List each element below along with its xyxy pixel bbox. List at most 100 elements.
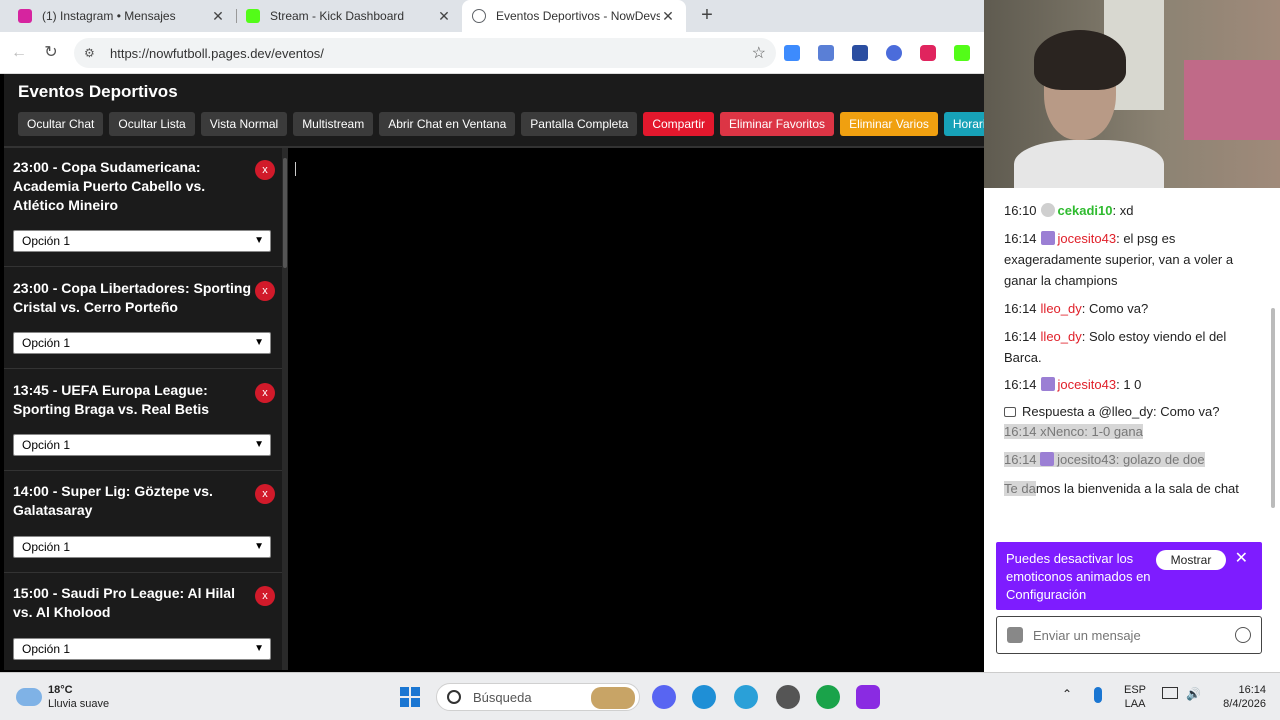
emoji-icon[interactable] xyxy=(1235,627,1251,643)
kick-extension-icon[interactable] xyxy=(954,45,970,61)
chrome-icon[interactable] xyxy=(816,685,840,709)
language-variant: LAA xyxy=(1124,698,1146,710)
close-icon[interactable]: ✕ xyxy=(1235,550,1248,568)
ublock-icon[interactable] xyxy=(920,45,936,61)
message-text: : 1-0 gana xyxy=(1084,424,1143,439)
message-text: : Solo estoy viendo el del Barca. xyxy=(1004,329,1227,365)
extension-icon[interactable] xyxy=(784,45,800,61)
message-time: 16:10 xyxy=(1004,203,1037,218)
back-icon[interactable]: ← xyxy=(8,42,30,64)
welcome-text: mos la bienvenida a la sala de chat xyxy=(1035,481,1239,496)
chat-message: 16:14 lleo_dy: Solo estoy viendo el del B… xyxy=(1004,326,1244,368)
webcam-person-body xyxy=(1014,140,1164,188)
search-highlight-image xyxy=(591,687,635,709)
stream-option-select[interactable]: Opción 1 ▼ xyxy=(13,230,271,252)
chat-message-input[interactable] xyxy=(1033,626,1223,644)
show-button[interactable]: Mostrar xyxy=(1156,550,1226,570)
tab-kick[interactable]: Stream - Kick Dashboard ✕ xyxy=(236,0,462,32)
stream-option-select[interactable]: Opción 1 ▼ xyxy=(13,536,271,558)
chevron-up-icon[interactable]: ⌃ xyxy=(1062,687,1072,701)
taskbar-search[interactable]: Búsqueda xyxy=(436,683,640,711)
edge-icon[interactable] xyxy=(692,685,716,709)
message-user: xNenco xyxy=(1040,424,1085,439)
select-value: Opción 1 xyxy=(22,336,71,350)
chevron-down-icon: ▼ xyxy=(254,439,264,450)
tab-title: (1) Instagram • Mensajes xyxy=(42,9,176,23)
delete-event-button[interactable]: x xyxy=(255,281,275,301)
scrollbar-thumb[interactable] xyxy=(283,158,287,268)
multistream-button[interactable]: Multistream xyxy=(293,112,374,136)
chat-input-box[interactable] xyxy=(996,616,1262,654)
message-user[interactable]: lleo_dy xyxy=(1041,329,1082,344)
delete-multiple-button[interactable]: Eliminar Varios xyxy=(840,112,938,136)
app-icon[interactable] xyxy=(776,685,800,709)
browser-tab-bar: (1) Instagram • Mensajes ✕ Stream - Kick… xyxy=(0,0,984,32)
normal-view-button[interactable]: Vista Normal xyxy=(200,112,288,136)
obs-icon[interactable] xyxy=(856,685,880,709)
events-list: 23:00 - Copa Sudamericana: Academia Puer… xyxy=(4,148,282,670)
stream-option-select[interactable]: Opción 1 ▼ xyxy=(13,434,271,456)
extension-icon[interactable] xyxy=(852,45,868,61)
fullscreen-button[interactable]: Pantalla Completa xyxy=(521,112,638,136)
language-indicator[interactable]: ESP LAA xyxy=(1124,683,1146,711)
event-item: 23:00 - Copa Sudamericana: Academia Puer… xyxy=(13,158,275,252)
event-title: 23:00 - Copa Libertadores: Sporting Cris… xyxy=(13,280,252,315)
message-user[interactable]: lleo_dy xyxy=(1041,301,1082,316)
open-chat-window-button[interactable]: Abrir Chat en Ventana xyxy=(379,112,516,136)
system-clock[interactable]: 16:14 8/4/2026 xyxy=(1196,683,1266,711)
chevron-down-icon: ▼ xyxy=(254,643,264,654)
hide-chat-button[interactable]: Ocultar Chat xyxy=(18,112,104,136)
tab-instagram[interactable]: (1) Instagram • Mensajes ✕ xyxy=(8,0,236,32)
share-button[interactable]: Compartir xyxy=(643,112,715,136)
event-title: 15:00 - Saudi Pro League: Al Hilal vs. A… xyxy=(13,585,235,620)
weather-widget[interactable]: 18°C Lluvia suave xyxy=(16,683,109,711)
event-title: 13:45 - UEFA Europa League: Sporting Bra… xyxy=(13,382,210,417)
event-separator xyxy=(4,266,282,267)
delete-event-button[interactable]: x xyxy=(255,484,275,504)
message-time: 16:14 xyxy=(1004,424,1037,439)
chat-message-faded: 16:14 jocesito43: golazo de doe xyxy=(1004,449,1244,470)
address-bar-row: ← ↻ ⚙ https://nowfutboll.pages.dev/event… xyxy=(0,32,984,74)
event-item: 15:00 - Saudi Pro League: Al Hilal vs. A… xyxy=(13,584,275,660)
telegram-icon[interactable] xyxy=(734,685,758,709)
close-tab-icon[interactable]: ✕ xyxy=(436,8,452,25)
scrollbar-thumb[interactable] xyxy=(1271,308,1275,508)
windows-start-icon[interactable] xyxy=(400,687,420,707)
message-text: : Como va? xyxy=(1081,301,1149,316)
message-user[interactable]: cekadi10 xyxy=(1058,203,1113,218)
embedded-chat-area[interactable] xyxy=(288,148,984,670)
event-separator xyxy=(4,470,282,471)
close-tab-icon[interactable]: ✕ xyxy=(210,8,226,25)
tab-eventos[interactable]: Eventos Deportivos - NowDevs ✕ xyxy=(462,0,686,32)
stream-option-select[interactable]: Opción 1 ▼ xyxy=(13,332,271,354)
chat-settings-icon[interactable] xyxy=(1007,627,1023,643)
rain-cloud-icon xyxy=(16,688,42,706)
event-title: 23:00 - Copa Sudamericana: Academia Puer… xyxy=(13,159,206,213)
chat-message: 16:14 jocesito43: 1 0 xyxy=(1004,374,1244,395)
message-user[interactable]: jocesito43 xyxy=(1058,377,1117,392)
site-info-icon[interactable]: ⚙ xyxy=(84,46,98,60)
url-field[interactable]: ⚙ https://nowfutboll.pages.dev/eventos/ … xyxy=(74,38,776,68)
chat-scrollbar[interactable] xyxy=(1270,188,1276,528)
close-tab-icon[interactable]: ✕ xyxy=(660,8,676,25)
user-badge-icon xyxy=(1040,231,1055,245)
new-tab-button[interactable]: + xyxy=(696,5,718,27)
hide-list-button[interactable]: Ocultar Lista xyxy=(109,112,195,136)
windows-taskbar: 18°C Lluvia suave Búsqueda ⌃ ESP LAA 🔊 1… xyxy=(0,672,1280,720)
delete-event-button[interactable]: x xyxy=(255,383,275,403)
welcome-message: Te damos la bienvenida a la sala de chat xyxy=(1004,478,1244,499)
event-separator xyxy=(4,572,282,573)
extension-icon[interactable] xyxy=(886,45,902,61)
network-icon[interactable] xyxy=(1162,687,1178,699)
delete-event-button[interactable]: x xyxy=(255,586,275,606)
message-user[interactable]: jocesito43 xyxy=(1058,231,1117,246)
message-text: : 1 0 xyxy=(1116,377,1142,392)
discord-icon[interactable] xyxy=(652,685,676,709)
microphone-icon[interactable] xyxy=(1094,687,1102,703)
screenshot-extension-icon[interactable] xyxy=(818,45,834,61)
bookmark-star-icon[interactable]: ☆ xyxy=(752,43,766,63)
delete-event-button[interactable]: x xyxy=(255,160,275,180)
reload-icon[interactable]: ↻ xyxy=(40,42,62,64)
stream-option-select[interactable]: Opción 1 ▼ xyxy=(13,638,271,660)
delete-favorites-button[interactable]: Eliminar Favoritos xyxy=(720,112,835,136)
